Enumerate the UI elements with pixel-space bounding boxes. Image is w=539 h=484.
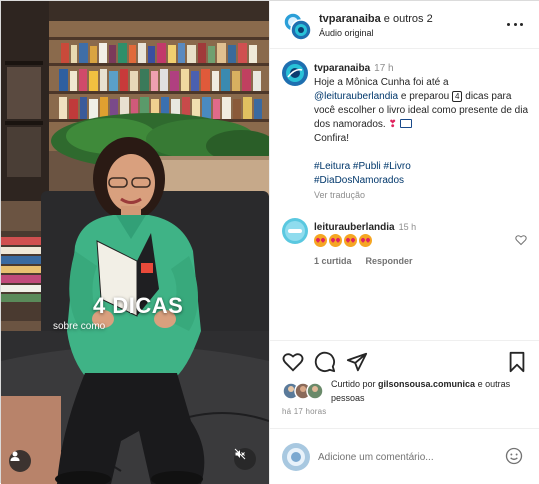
audio-label[interactable]: Áudio original <box>319 28 374 38</box>
heart-eyes-icon <box>359 234 372 247</box>
comment-like-heart-icon[interactable] <box>515 234 527 246</box>
caption-mention[interactable]: @leiturauberlandia <box>314 91 398 102</box>
comment-meta: 1 curtida Responder <box>314 256 413 266</box>
video-overlay-subtitle: sobre como <box>53 321 106 332</box>
heart-eyes-icon <box>344 234 357 247</box>
hashtag[interactable]: #Publi <box>353 161 381 172</box>
video-frame <box>1 1 269 484</box>
add-comment-bar <box>270 428 539 484</box>
more-options-icon[interactable] <box>507 17 523 31</box>
heart-eyes-icon <box>329 234 342 247</box>
comment-likes-count[interactable]: 1 curtida <box>314 256 352 266</box>
heart-eyes-icon <box>314 234 327 247</box>
video-overlay-title: 4 DICAS <box>93 293 184 318</box>
liker-avatars[interactable] <box>282 382 326 400</box>
likes-middle: e <box>475 379 486 389</box>
comment-author-avatar[interactable] <box>282 218 308 244</box>
emoji-smiley-icon[interactable] <box>505 447 523 465</box>
caption-username[interactable]: tvparanaiba <box>314 63 370 74</box>
post-caption: tvparanaiba 17 h Hoje a Mônica Cunha foi … <box>314 62 530 203</box>
caption-line1: Hoje a Mônica Cunha foi até a <box>314 77 449 88</box>
caption-line2a: e preparou <box>398 91 453 102</box>
caption-line3: Confira! <box>314 133 350 144</box>
heart-exclamation-icon: ❣ <box>388 119 397 130</box>
comment-username[interactable]: leiturauberlandia <box>314 222 395 233</box>
user-icon <box>10 451 20 461</box>
hashtag[interactable]: #DiaDosNamorados <box>314 175 404 186</box>
likes-text: Curtido por gilsonsousa.comunica e outra… <box>331 377 531 405</box>
caption-author-avatar[interactable] <box>282 60 308 86</box>
mute-toggle-button[interactable] <box>234 448 256 470</box>
author-others[interactable]: e outros 2 <box>381 13 433 25</box>
caption-time[interactable]: 17 h <box>374 63 393 74</box>
comment-bubble-icon[interactable] <box>314 351 336 373</box>
post-author-title[interactable]: tvparanaiba e outros 2 <box>319 13 433 25</box>
comment-time[interactable]: 15 h <box>399 222 417 232</box>
likes-prefix: Curtido por <box>331 379 379 389</box>
like-heart-icon[interactable] <box>282 351 304 373</box>
author-username[interactable]: tvparanaiba <box>319 13 381 25</box>
share-paper-plane-icon[interactable] <box>346 351 368 373</box>
post-media-video[interactable]: 4 DICAS sobre como <box>1 1 269 484</box>
hashtag[interactable]: #Leitura <box>314 161 350 172</box>
collab-avatars[interactable] <box>282 11 312 41</box>
comments-scroll-area[interactable]: tvparanaiba 17 h Hoje a Mônica Cunha foi … <box>270 50 539 340</box>
speaker-muted-icon <box>234 448 246 460</box>
add-comment-input[interactable] <box>318 447 498 467</box>
save-bookmark-icon[interactable] <box>506 351 528 373</box>
keycap-four: 4 <box>452 91 463 102</box>
comment: leiturauberlandia 15 h <box>314 220 504 235</box>
comment-reply-button[interactable]: Responder <box>366 256 413 266</box>
comment-emojis <box>314 234 372 247</box>
hashtag[interactable]: #Livro <box>384 161 411 172</box>
post-actions-bar <box>270 340 539 376</box>
tagged-users-button[interactable] <box>9 450 31 472</box>
current-user-avatar <box>282 443 310 471</box>
liker-username[interactable]: gilsonsousa.comunica <box>378 379 475 389</box>
post-dialog: 4 DICAS sobre como tvparanaiba e outros … <box>0 0 539 484</box>
post-header: tvparanaiba e outros 2 Áudio original <box>270 1 539 49</box>
see-translation-link[interactable]: Ver tradução <box>314 190 365 200</box>
book-icon <box>399 119 412 128</box>
post-side-panel: tvparanaiba e outros 2 Áudio original tv… <box>269 1 539 484</box>
post-time-ago[interactable]: há 17 horas <box>282 407 326 416</box>
